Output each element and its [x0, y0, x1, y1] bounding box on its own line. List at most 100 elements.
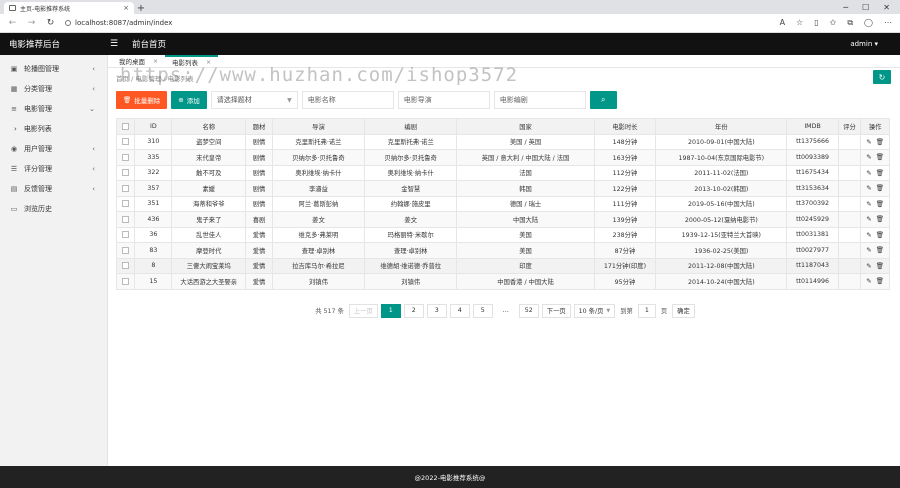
maximize-icon[interactable]: ☐ — [862, 3, 869, 12]
row-select-cell[interactable] — [115, 257, 136, 274]
row-select-cell[interactable] — [115, 133, 136, 150]
row-select-cell[interactable] — [115, 195, 136, 212]
delete-icon[interactable]: 🗑 — [876, 169, 884, 177]
favorite-icon[interactable]: ☆ — [796, 18, 803, 28]
collections-icon[interactable]: ⧉ — [847, 18, 853, 28]
row-select-cell[interactable] — [115, 211, 136, 228]
url-field[interactable]: localhost:8087/admin/index — [65, 19, 770, 27]
edit-icon[interactable]: ✎ — [866, 215, 871, 223]
refresh-button[interactable]: ↻ — [873, 70, 891, 84]
delete-icon[interactable]: 🗑 — [876, 215, 884, 223]
edit-icon[interactable]: ✎ — [866, 184, 871, 192]
row-select-cell[interactable] — [115, 242, 136, 259]
user-menu[interactable]: admin ▾ — [850, 40, 878, 48]
delete-icon[interactable]: 🗑 — [876, 184, 884, 192]
sidebar-item-2[interactable]: ≡ 电影管理 ⌄ — [0, 99, 107, 119]
director-input[interactable]: 电影导演 — [397, 91, 490, 109]
row-checkbox[interactable] — [122, 169, 130, 176]
prev-page-button[interactable]: 上一页 — [348, 303, 378, 318]
close-icon[interactable]: × — [206, 59, 211, 66]
next-page-button[interactable]: 下一页 — [541, 303, 571, 318]
row-select-cell[interactable] — [115, 180, 136, 197]
edit-icon[interactable]: ✎ — [866, 246, 871, 254]
minimize-icon[interactable]: ─ — [843, 3, 848, 12]
row-checkbox[interactable] — [122, 184, 130, 192]
select-all-cell[interactable] — [115, 118, 136, 135]
row-checkbox[interactable] — [122, 231, 130, 238]
tab-desktop[interactable]: 我的桌面 × — [112, 55, 165, 67]
delete-icon[interactable]: 🗑 — [876, 200, 884, 208]
movie-name-input[interactable]: 电影名称 — [301, 91, 394, 109]
page-number-button[interactable]: 3 — [426, 303, 447, 318]
refresh-icon: ↻ — [878, 72, 886, 82]
edit-icon[interactable]: ✎ — [866, 138, 871, 146]
sidebar-item-1[interactable]: ▦ 分类管理 ‹ — [0, 79, 107, 99]
batch-delete-button[interactable]: 🗑 批量删除 — [116, 91, 168, 109]
close-icon[interactable]: × — [153, 58, 158, 65]
table-cell: 查理·卓别林 — [364, 242, 458, 259]
sidebar-item-4[interactable]: ☰ 评分管理 ‹ — [0, 159, 107, 179]
favorites-bar-icon[interactable]: ✩ — [830, 18, 837, 28]
table-cell: 三傻大闹宝莱坞 — [171, 257, 247, 274]
row-checkbox[interactable] — [122, 262, 130, 269]
page-number-button[interactable]: 4 — [449, 303, 470, 318]
delete-icon[interactable]: 🗑 — [876, 277, 884, 285]
delete-icon[interactable]: 🗑 — [876, 153, 884, 161]
front-home-link[interactable]: 前台首页 — [132, 38, 166, 50]
writer-input[interactable]: 电影编剧 — [493, 91, 586, 109]
goto-confirm-button[interactable]: 确定 — [672, 303, 695, 318]
select-all-checkbox[interactable] — [122, 122, 130, 130]
edit-icon[interactable]: ✎ — [866, 277, 871, 285]
row-select-cell[interactable] — [115, 149, 136, 166]
close-window-icon[interactable]: ✕ — [883, 3, 890, 12]
page-number-button[interactable]: 5 — [472, 303, 493, 318]
delete-icon[interactable]: 🗑 — [876, 231, 884, 239]
forward-icon[interactable]: → — [27, 18, 36, 28]
row-checkbox[interactable] — [122, 138, 130, 145]
browser-tab[interactable]: 主页-电影推荐系统 × — [4, 2, 134, 14]
more-icon[interactable]: ⋯ — [884, 18, 892, 28]
table-cell: tt3153634 — [786, 180, 839, 197]
row-checkbox[interactable] — [122, 277, 130, 285]
close-tab-icon[interactable]: × — [123, 4, 129, 12]
read-aloud-icon[interactable]: A — [780, 18, 785, 28]
row-checkbox[interactable] — [122, 215, 130, 223]
table-cell: tt1375666 — [786, 133, 839, 150]
row-checkbox[interactable] — [122, 153, 130, 161]
split-screen-icon[interactable]: ▯ — [814, 18, 818, 28]
row-checkbox[interactable] — [122, 246, 130, 254]
row-select-cell[interactable] — [115, 226, 136, 243]
sidebar-item-0[interactable]: ▣ 轮播图管理 ‹ — [0, 59, 107, 79]
sidebar-item-5[interactable]: ▤ 反馈管理 ‹ — [0, 179, 107, 199]
back-icon[interactable]: ← — [8, 18, 17, 28]
row-select-cell[interactable] — [115, 164, 136, 181]
edit-icon[interactable]: ✎ — [866, 153, 871, 161]
new-tab-button[interactable]: + — [134, 2, 148, 14]
edit-icon[interactable]: ✎ — [866, 231, 871, 239]
page-number-button[interactable]: 2 — [403, 303, 424, 318]
row-checkbox[interactable] — [122, 200, 130, 207]
profile-icon[interactable]: ◯ — [864, 18, 873, 28]
reload-icon[interactable]: ↻ — [46, 18, 55, 28]
menu-toggle-icon[interactable]: ☰ — [110, 39, 122, 49]
tab-movie-list[interactable]: 电影列表 × — [165, 55, 219, 67]
add-button[interactable]: ⊕ 添加 — [171, 91, 207, 109]
edit-icon[interactable]: ✎ — [866, 169, 871, 177]
delete-icon[interactable]: 🗑 — [876, 138, 884, 146]
delete-icon[interactable]: 🗑 — [876, 246, 884, 254]
row-select-cell[interactable] — [115, 273, 136, 290]
search-button[interactable]: ⌕ — [589, 91, 617, 109]
history-icon: ▭ — [10, 205, 18, 213]
sidebar-item-6[interactable]: ▭ 浏览历史 — [0, 199, 107, 219]
page-number-button[interactable]: 52 — [518, 303, 539, 318]
page-size-select[interactable]: 10 条/页 ▼ — [573, 303, 616, 318]
sidebar-subitem-movie-list[interactable]: › 电影列表 — [0, 119, 107, 139]
table-cell: 摩登时代 — [171, 242, 247, 259]
genre-select[interactable]: 请选择题材 ▼ — [210, 91, 298, 109]
page-number-button[interactable]: 1 — [380, 303, 401, 318]
sidebar-item-3[interactable]: ◉ 用户管理 ‹ — [0, 139, 107, 159]
edit-icon[interactable]: ✎ — [866, 262, 871, 270]
edit-icon[interactable]: ✎ — [866, 200, 871, 208]
goto-page-input[interactable]: 1 — [637, 303, 656, 318]
delete-icon[interactable]: 🗑 — [876, 262, 884, 270]
